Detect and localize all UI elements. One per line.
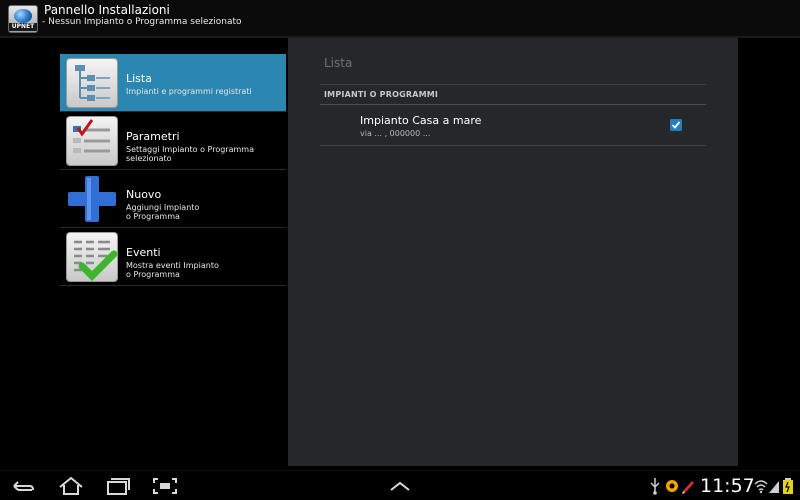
back-icon[interactable]	[8, 475, 38, 497]
app-logo-icon[interactable]: UPNET	[8, 5, 38, 33]
divider	[320, 104, 706, 105]
settings-checklist-icon	[66, 116, 118, 166]
pencil-icon	[680, 475, 696, 497]
events-check-icon	[66, 232, 118, 282]
list-item-title: Impianto Casa a mare	[360, 114, 482, 127]
globe-icon	[14, 9, 32, 23]
recent-apps-icon[interactable]	[103, 475, 133, 497]
wifi-icon	[754, 475, 768, 497]
app-logo-text: UPNET	[9, 23, 37, 31]
sidebar-item-lista[interactable]: Lista Impianti e programmi registrati	[60, 54, 286, 112]
divider	[320, 84, 706, 85]
page-title: Pannello Installazioni	[44, 3, 170, 17]
screenshot-icon[interactable]	[150, 475, 180, 497]
battery-icon	[782, 475, 794, 497]
item-checkbox[interactable]	[670, 119, 682, 131]
sidebar-item-description: Settaggi Impianto o Programma selezionat…	[126, 145, 254, 163]
home-icon[interactable]	[56, 475, 86, 497]
sidebar-item-nuovo[interactable]: Nuovo Aggiungi Impianto o Programma	[60, 170, 286, 228]
page-subtitle: - Nessun Impianto o Programma selezionat…	[42, 17, 242, 27]
system-bar: 11:57	[0, 470, 800, 500]
sidebar-item-label: Lista	[126, 72, 152, 85]
sidebar-item-description: Mostra eventi Impianto o Programma	[126, 261, 219, 279]
sidebar-item-label: Nuovo	[126, 188, 162, 201]
sidebar-item-description: Aggiungi Impianto o Programma	[126, 203, 200, 221]
list-item-subtitle: via ... , 000000 ...	[360, 129, 431, 138]
divider	[320, 145, 706, 146]
sidebar-item-parametri[interactable]: Parametri Settaggi Impianto o Programma …	[60, 112, 286, 170]
status-clock: 11:57	[700, 475, 755, 497]
sidebar-nav: Lista Impianti e programmi registrati Pa…	[60, 54, 286, 286]
sidebar-item-label: Parametri	[126, 130, 180, 143]
action-bar: UPNET Pannello Installazioni - Nessun Im…	[0, 0, 800, 36]
usb-icon	[648, 475, 662, 497]
sidebar-item-label: Eventi	[126, 246, 161, 259]
panel-title: Lista	[324, 56, 353, 70]
chevron-up-icon[interactable]	[385, 475, 415, 497]
sidebar-item-description: Impianti e programmi registrati	[126, 87, 252, 96]
signal-icon	[768, 475, 780, 497]
sidebar-item-eventi[interactable]: Eventi Mostra eventi Impianto o Programm…	[60, 228, 286, 286]
plus-icon	[66, 174, 118, 224]
list-tree-icon	[66, 58, 118, 108]
notification-app-icon	[664, 475, 680, 497]
content-panel: Lista IMPIANTI O PROGRAMMI Impianto Casa…	[288, 38, 738, 466]
section-header: IMPIANTI O PROGRAMMI	[324, 90, 439, 99]
